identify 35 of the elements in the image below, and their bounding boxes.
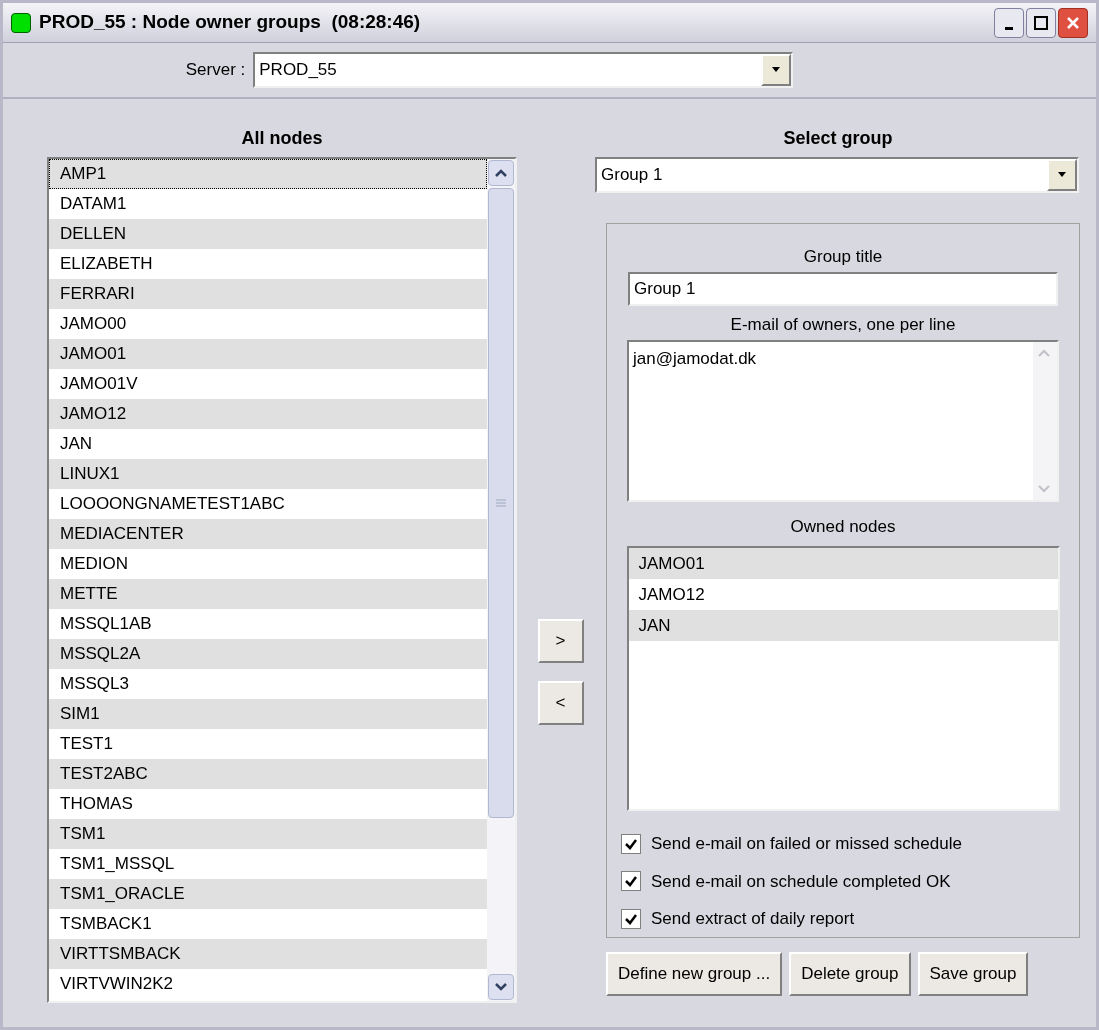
node-list-item[interactable]: TEST2ABC [49, 759, 487, 789]
node-list-item[interactable]: JAMO01 [49, 339, 487, 369]
group-title-label: Group title [803, 246, 883, 268]
server-dropdown[interactable]: PROD_55 [253, 52, 794, 88]
select-group-heading: Select group [782, 127, 894, 150]
node-list-item[interactable]: FERRARI [49, 279, 487, 309]
move-button[interactable]: < [537, 681, 584, 725]
option-label: Send extract of daily report [651, 908, 855, 930]
node-list-item[interactable]: AMP1 [49, 159, 487, 189]
node-list-item[interactable]: MSSQL2A [49, 639, 487, 669]
server-label: Server : [185, 59, 246, 82]
email-field[interactable]: jan@jamodat.dk [627, 340, 1059, 502]
window-title: PROD_55 : Node owner groups (08:28:46) [39, 10, 422, 35]
node-list-item[interactable]: TSM1 [49, 819, 487, 849]
option-label: Send e-mail on schedule completed OK [651, 870, 951, 893]
node-list-item[interactable]: DELLEN [49, 219, 487, 249]
node-list-item[interactable]: MEDIACENTER [49, 519, 487, 549]
action-button[interactable]: Save group [917, 952, 1029, 996]
owned-node-item[interactable]: JAMO01 [628, 548, 1058, 579]
action-button[interactable]: Delete group [789, 952, 911, 996]
node-list-item[interactable]: SIM1 [49, 699, 487, 729]
group-title-field[interactable]: Group 1 [628, 272, 1058, 306]
owned-nodes-label: Owned nodes [790, 516, 896, 538]
node-list-item[interactable]: LINUX1 [49, 459, 487, 489]
node-list-item[interactable]: JAMO12 [49, 399, 487, 429]
group-dropdown[interactable]: Group 1 [595, 157, 1079, 193]
node-list-item[interactable]: VIRTTSMBACK [49, 939, 487, 969]
all-nodes-heading: All nodes [240, 127, 324, 150]
move-button[interactable]: > [537, 619, 584, 663]
option-label: Send e-mail on failed or missed schedule [651, 833, 962, 855]
email-label: E-mail of owners, one per line [730, 314, 956, 336]
action-button[interactable]: Define new group ... [606, 952, 783, 996]
node-list-item[interactable]: TSM1_ORACLE [49, 879, 487, 909]
owned-node-item[interactable]: JAN [628, 610, 1058, 641]
node-list-item[interactable]: METTE [49, 579, 487, 609]
